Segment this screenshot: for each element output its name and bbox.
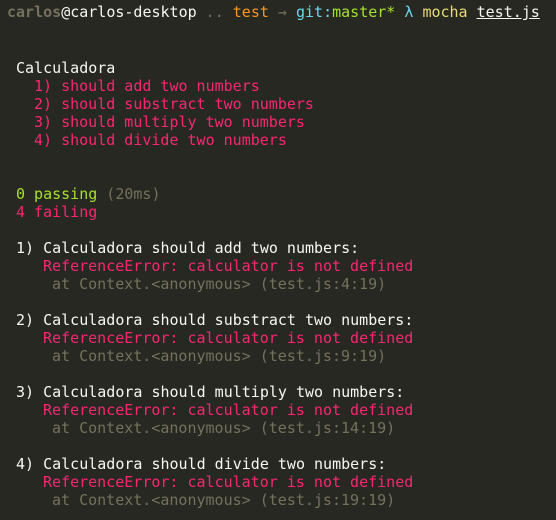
- failure-error: ReferenceError: calculator is not define…: [43, 401, 414, 419]
- prompt-host: @carlos-desktop: [61, 3, 197, 21]
- failure-location: at Context.<anonymous> (test.js:4:19): [52, 275, 387, 293]
- suite-test-item: 1) should add two numbers: [34, 77, 260, 95]
- failure-location: at Context.<anonymous> (test.js:9:19): [52, 347, 387, 365]
- failure-location: at Context.<anonymous> (test.js:19:19): [52, 491, 396, 509]
- shell-prompt: carlos@carlos-desktop .. test → git:mast…: [7, 3, 540, 21]
- summary-passing-line: 0 passing (20ms): [16, 185, 161, 203]
- failing-count: 4 failing: [16, 203, 98, 221]
- lambda-icon: λ: [395, 3, 423, 21]
- failure-title: 4) Calculadora should divide two numbers…: [16, 455, 387, 473]
- prompt-git-branch: master*: [332, 3, 396, 21]
- failure-error: ReferenceError: calculator is not define…: [43, 473, 414, 491]
- failure-title: 3) Calculadora should multiply two numbe…: [16, 383, 405, 401]
- duration: (20ms): [97, 185, 161, 203]
- failure-error: ReferenceError: calculator is not define…: [43, 257, 414, 275]
- suite-test-item: 3) should multiply two numbers: [34, 113, 305, 131]
- prompt-directory: test: [232, 3, 269, 21]
- suite-test-item: 4) should divide two numbers: [34, 131, 287, 149]
- passing-count: 0 passing: [16, 185, 98, 203]
- failure-error: ReferenceError: calculator is not define…: [43, 329, 414, 347]
- suite-title: Calculadora: [16, 59, 116, 77]
- prompt-separator: ..: [196, 3, 233, 21]
- failure-location: at Context.<anonymous> (test.js:14:19): [52, 419, 396, 437]
- failure-title: 2) Calculadora should substract two numb…: [16, 311, 414, 329]
- failure-title: 1) Calculadora should add two numbers:: [16, 239, 360, 257]
- prompt-command: mocha: [422, 3, 477, 21]
- arrow-icon: →: [268, 3, 296, 21]
- prompt-git-label: git:: [296, 3, 333, 21]
- suite-test-item: 2) should substract two numbers: [34, 95, 314, 113]
- prompt-argument[interactable]: test.js: [477, 3, 540, 21]
- prompt-user: carlos: [7, 3, 62, 21]
